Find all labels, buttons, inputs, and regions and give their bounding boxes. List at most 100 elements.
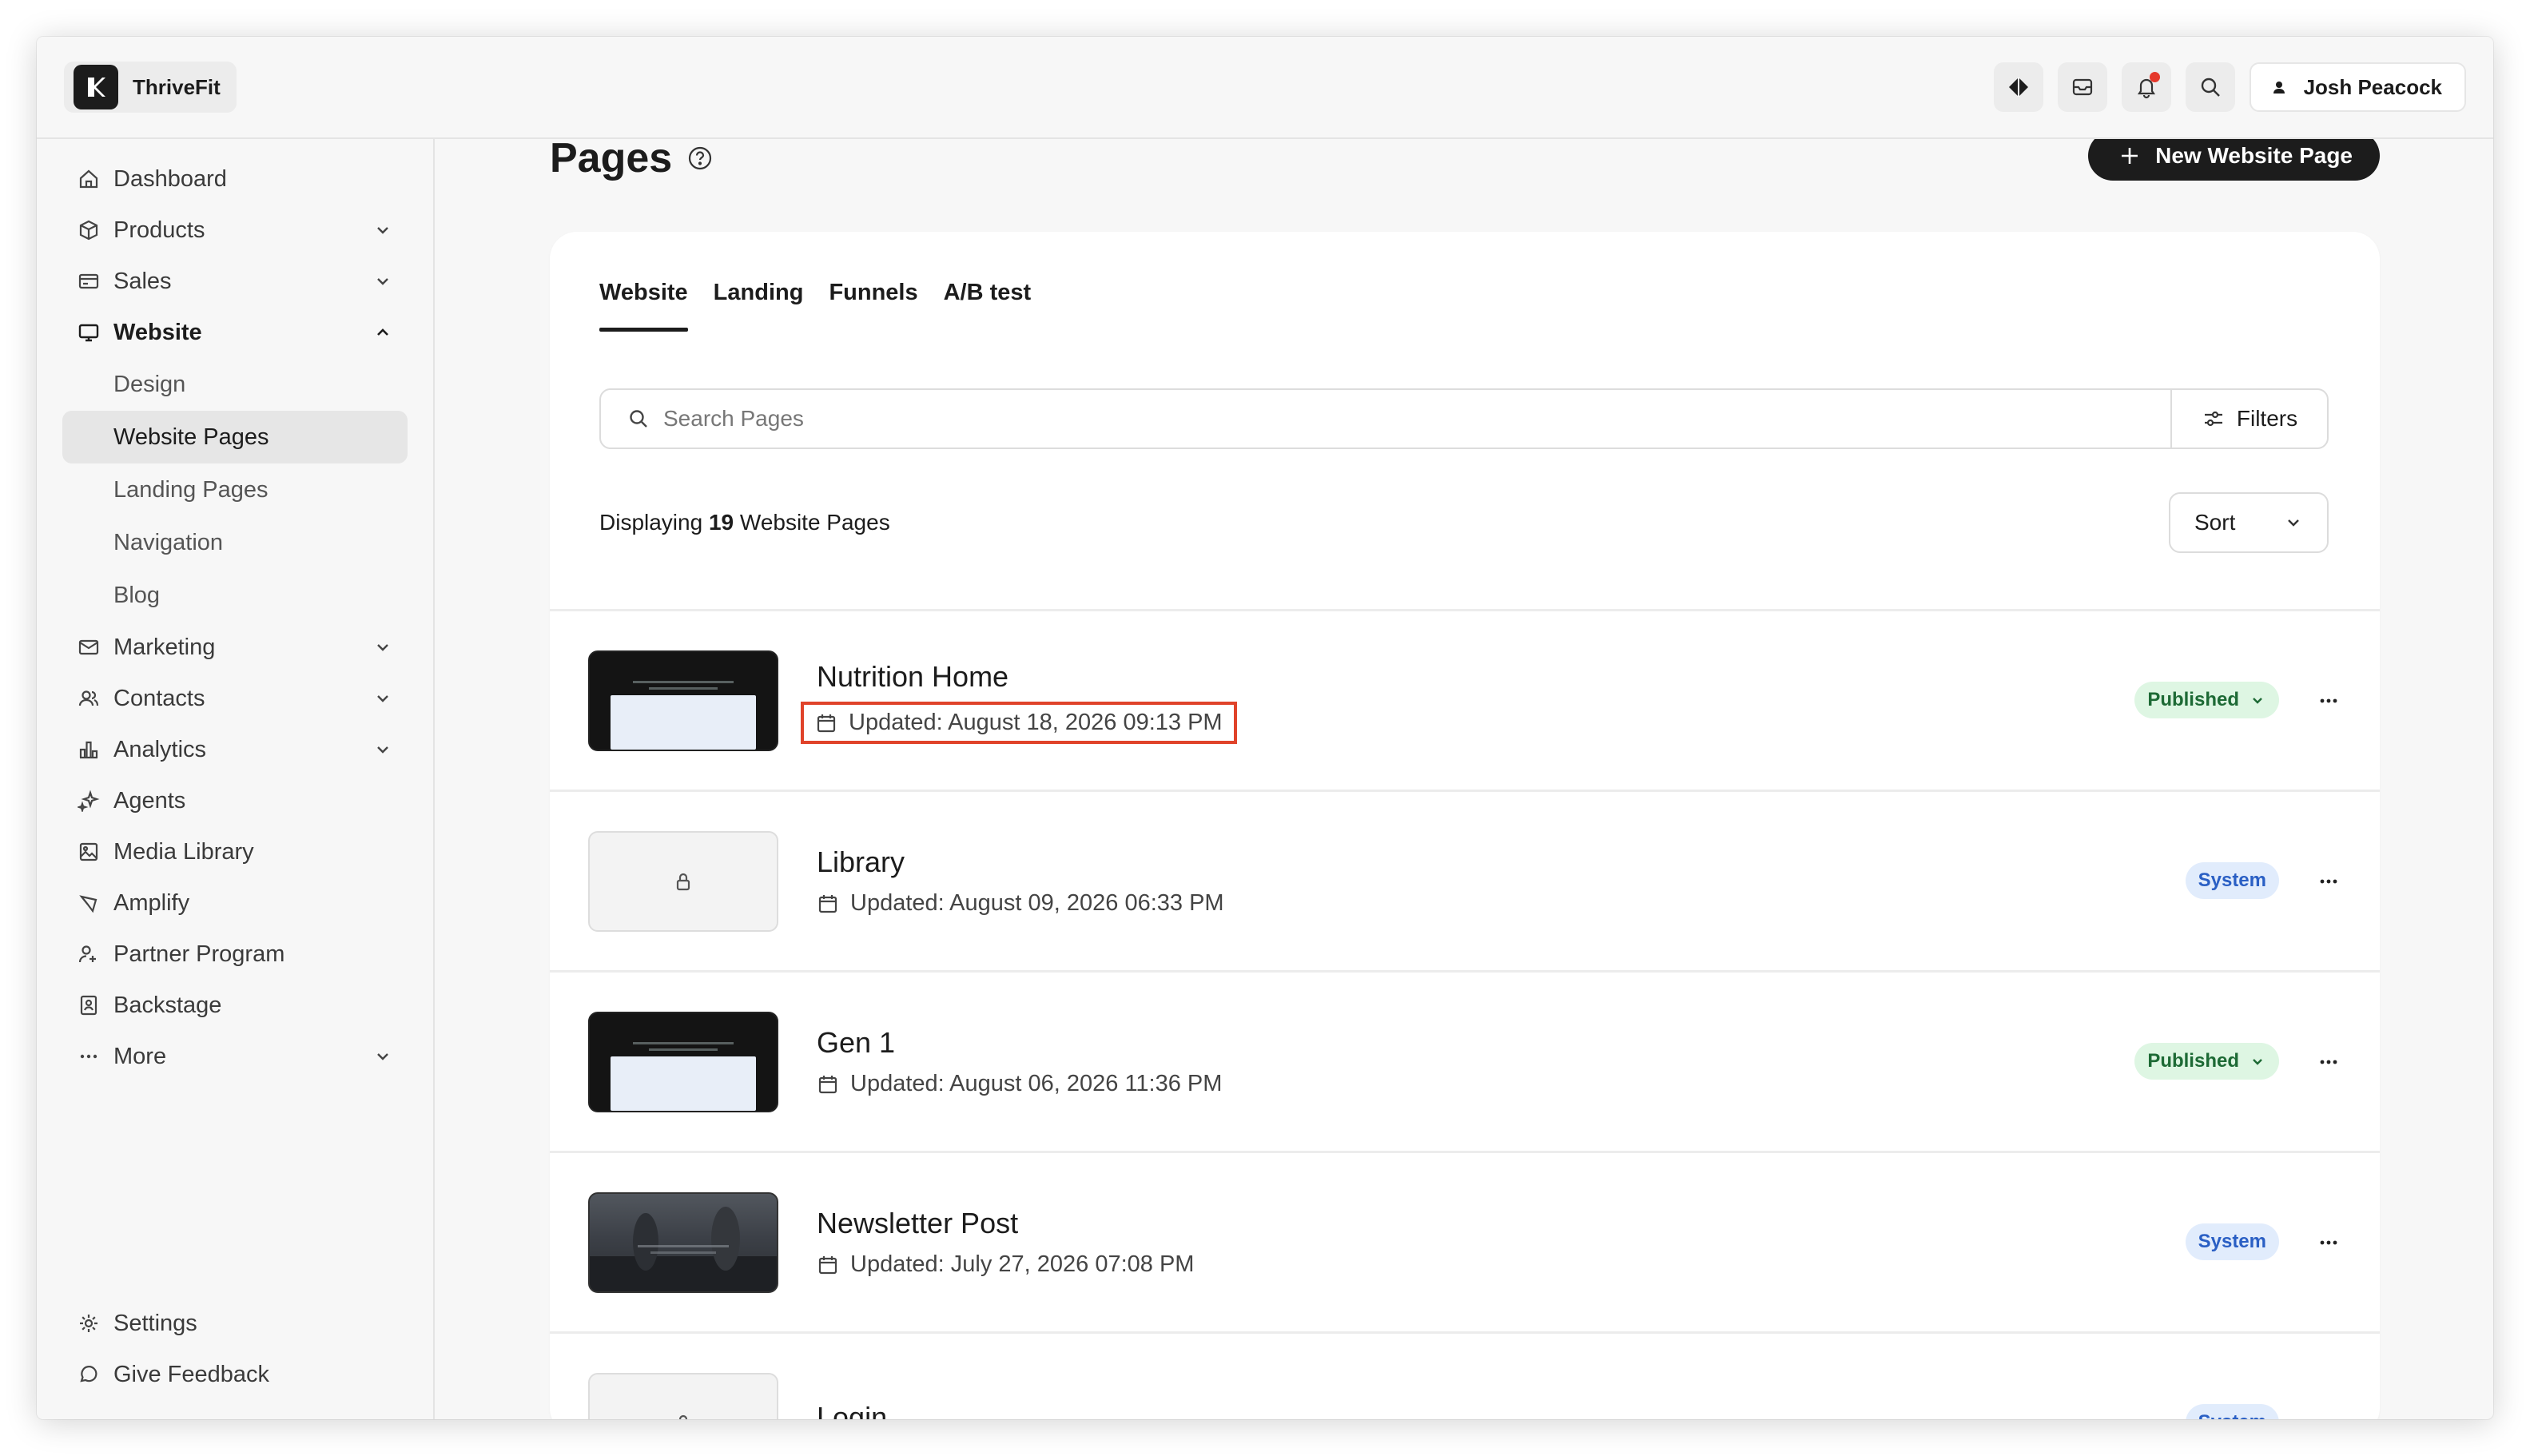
page-thumbnail bbox=[588, 650, 778, 751]
user-menu-button[interactable]: Josh Peacock bbox=[2249, 62, 2466, 112]
sidebar-item-settings[interactable]: Settings bbox=[62, 1298, 408, 1349]
sidebar-item-backstage[interactable]: Backstage bbox=[62, 980, 408, 1031]
table-row[interactable]: Newsletter Post Updated: July 27, 2026 0… bbox=[550, 1151, 2380, 1331]
more-options-icon[interactable] bbox=[2314, 1228, 2343, 1257]
notification-dot bbox=[2149, 72, 2160, 82]
card-icon bbox=[75, 268, 102, 295]
backstage-icon bbox=[75, 992, 102, 1019]
page-title-link[interactable]: Nutrition Home bbox=[817, 660, 1234, 694]
sidebar-item-label: More bbox=[113, 1043, 167, 1069]
tab-funnels[interactable]: Funnels bbox=[829, 280, 917, 332]
chevron-down-icon bbox=[377, 695, 388, 702]
page-thumbnail bbox=[588, 1372, 778, 1419]
status-badge[interactable]: Published bbox=[2134, 1043, 2279, 1080]
brand-switcher[interactable]: ThriveFit bbox=[64, 62, 237, 113]
search-input[interactable] bbox=[663, 406, 2170, 432]
sidebar-item-agents[interactable]: Agents bbox=[62, 775, 408, 826]
more-options-icon[interactable] bbox=[2314, 867, 2343, 896]
page-thumbnail bbox=[588, 1191, 778, 1293]
partner-icon bbox=[75, 941, 102, 968]
sidebar-item-give-feedback[interactable]: Give Feedback bbox=[62, 1349, 408, 1400]
sidebar-item-label: Settings bbox=[113, 1310, 197, 1336]
status-badge: System bbox=[2185, 1404, 2279, 1419]
sidebar-item-website[interactable]: Website bbox=[62, 307, 408, 358]
pages-card: Website Landing Funnels A/B test Filters… bbox=[550, 232, 2380, 1419]
more-options-icon[interactable] bbox=[2314, 686, 2343, 715]
page-thumbnail bbox=[588, 1011, 778, 1112]
sidebar-subitem-landing-pages[interactable]: Landing Pages bbox=[62, 463, 408, 516]
sparkle-icon bbox=[75, 787, 102, 814]
sidebar-item-products[interactable]: Products bbox=[62, 205, 408, 256]
updated-text: Updated: August 06, 2026 11:36 PM bbox=[850, 1071, 1223, 1096]
table-row[interactable]: Nutrition Home Updated: August 18, 2026 … bbox=[550, 609, 2380, 790]
dots-icon bbox=[75, 1043, 102, 1070]
filters-button[interactable]: Filters bbox=[2170, 390, 2327, 448]
page-title-link[interactable]: Gen 1 bbox=[817, 1026, 1222, 1060]
plus-icon bbox=[2122, 148, 2138, 164]
page-updated-date: Updated: August 06, 2026 11:36 PM bbox=[817, 1071, 1222, 1097]
brand-logo-icon bbox=[74, 65, 118, 109]
inbox-icon[interactable] bbox=[2057, 62, 2107, 112]
sidebar-item-media-library[interactable]: Media Library bbox=[62, 826, 408, 877]
results-count: 19 bbox=[708, 510, 734, 535]
new-website-page-button[interactable]: New Website Page bbox=[2088, 139, 2380, 181]
sort-label: Sort bbox=[2194, 510, 2236, 535]
chat-icon bbox=[75, 1361, 102, 1388]
results-count-text: Displaying 19 Website Pages bbox=[599, 510, 890, 535]
page-updated-date: Updated: July 27, 2026 07:08 PM bbox=[817, 1251, 1194, 1278]
table-row[interactable]: Login System bbox=[550, 1331, 2380, 1419]
sidebar-item-contacts[interactable]: Contacts bbox=[62, 673, 408, 724]
status-badge[interactable]: Published bbox=[2134, 682, 2279, 718]
sidebar-item-more[interactable]: More bbox=[62, 1031, 408, 1082]
sidebar-subitem-design[interactable]: Design bbox=[62, 358, 408, 411]
sidebar-item-sales[interactable]: Sales bbox=[62, 256, 408, 307]
sidebar-item-analytics[interactable]: Analytics bbox=[62, 724, 408, 775]
chevron-down-icon bbox=[2253, 698, 2262, 704]
page-title-link[interactable]: Library bbox=[817, 845, 1224, 879]
sidebar-item-label: Marketing bbox=[113, 634, 216, 660]
bell-icon[interactable] bbox=[2121, 62, 2171, 112]
updated-text: Updated: August 09, 2026 06:33 PM bbox=[850, 890, 1224, 916]
sidebar-subitem-navigation[interactable]: Navigation bbox=[62, 516, 408, 569]
calendar-icon bbox=[817, 714, 836, 732]
sidebar-subitem-website-pages[interactable]: Website Pages bbox=[62, 411, 408, 463]
lock-icon bbox=[676, 873, 690, 890]
app-window: ThriveFit Josh Peacock Dashboard Product… bbox=[37, 37, 2493, 1419]
chevron-down-icon bbox=[2253, 1059, 2262, 1065]
tab-ab-test[interactable]: A/B test bbox=[944, 280, 1032, 332]
new-website-page-label: New Website Page bbox=[2155, 143, 2353, 168]
tab-landing[interactable]: Landing bbox=[714, 280, 804, 332]
search-icon[interactable] bbox=[2185, 62, 2235, 112]
sidebar-item-partner-program[interactable]: Partner Program bbox=[62, 929, 408, 980]
page-title-link[interactable]: Newsletter Post bbox=[817, 1207, 1194, 1240]
table-row[interactable]: Gen 1 Updated: August 06, 2026 11:36 PM … bbox=[550, 970, 2380, 1151]
diamond-icon[interactable] bbox=[1993, 62, 2043, 112]
sidebar-item-label: Sales bbox=[113, 268, 172, 294]
search-bar: Filters bbox=[599, 388, 2329, 449]
page-thumbnail bbox=[588, 830, 778, 932]
more-options-icon[interactable] bbox=[2314, 1048, 2343, 1076]
page-title-link[interactable]: Login bbox=[817, 1401, 887, 1420]
sidebar-item-label: Backstage bbox=[113, 992, 222, 1018]
table-row[interactable]: Library Updated: August 09, 2026 06:33 P… bbox=[550, 790, 2380, 970]
help-icon[interactable] bbox=[686, 145, 714, 172]
status-badge: System bbox=[2185, 1223, 2279, 1260]
sidebar-item-dashboard[interactable]: Dashboard bbox=[62, 153, 408, 205]
tab-website[interactable]: Website bbox=[599, 280, 688, 332]
updated-text: Updated: August 18, 2026 09:13 PM bbox=[849, 710, 1223, 735]
sidebar-item-label: Dashboard bbox=[113, 165, 227, 192]
chevron-up-icon bbox=[377, 328, 388, 336]
sort-dropdown[interactable]: Sort bbox=[2169, 492, 2329, 553]
sidebar-item-label: Agents bbox=[113, 787, 186, 814]
sidebar-item-marketing[interactable]: Marketing bbox=[62, 622, 408, 673]
sidebar-subitem-blog[interactable]: Blog bbox=[62, 569, 408, 622]
user-icon bbox=[2267, 75, 2291, 99]
sidebar-item-label: Amplify bbox=[113, 889, 190, 916]
page-type-tabs: Website Landing Funnels A/B test bbox=[599, 280, 1031, 332]
sidebar-item-amplify[interactable]: Amplify bbox=[62, 877, 408, 929]
lock-icon bbox=[678, 1414, 688, 1419]
search-icon bbox=[625, 405, 652, 432]
status-badge: System bbox=[2185, 862, 2279, 899]
calendar-icon bbox=[818, 1255, 837, 1274]
monitor-icon bbox=[75, 319, 102, 346]
